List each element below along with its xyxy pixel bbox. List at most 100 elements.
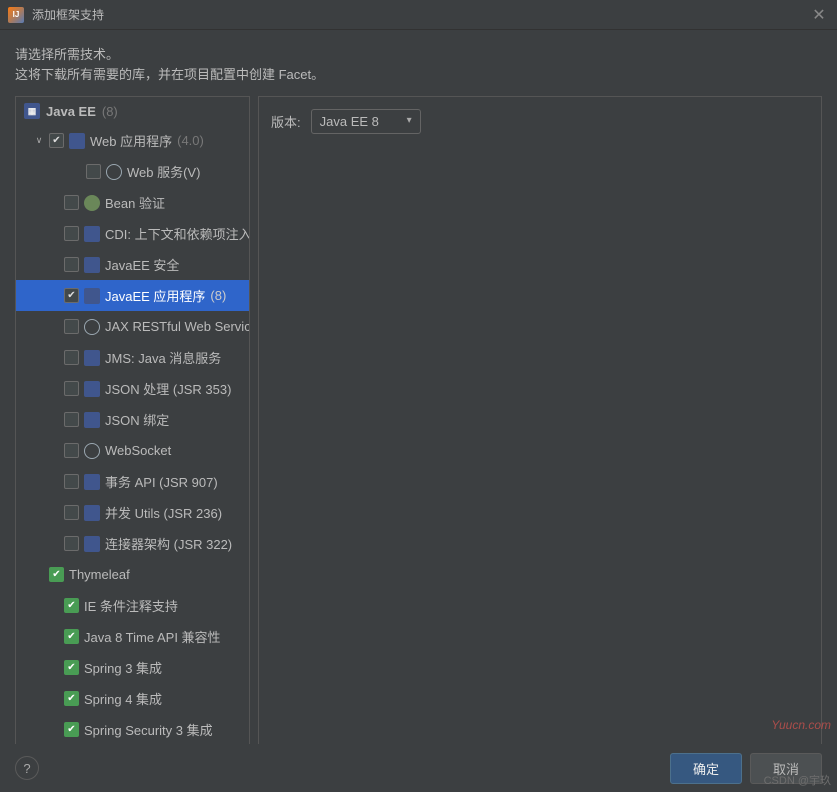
framework-tree[interactable]: ▦ Java EE (8) ∨ Web 应用程序 (4.0) Web 服务(V) Be… bbox=[15, 96, 250, 751]
jsonb-icon bbox=[84, 412, 100, 428]
version-row: 版本: Java EE 8 bbox=[271, 109, 809, 134]
label-thymeleaf: Thymeleaf bbox=[69, 567, 130, 582]
chevron-down-icon[interactable]: ∨ bbox=[34, 135, 44, 146]
checkbox-jms[interactable] bbox=[64, 350, 79, 365]
label-spring3: Spring 3 集成 bbox=[84, 658, 162, 677]
label-connector: 连接器架构 (JSR 322) bbox=[105, 534, 232, 553]
bean-icon bbox=[84, 195, 100, 211]
checkbox-springsec[interactable] bbox=[64, 722, 79, 737]
root-label: Java EE bbox=[46, 104, 96, 119]
javaee-app-icon bbox=[84, 288, 100, 304]
checkbox-spring3[interactable] bbox=[64, 660, 79, 675]
label-java8time: Java 8 Time API 兼容性 bbox=[84, 627, 221, 646]
jaxrs-icon bbox=[84, 319, 100, 335]
tree-root-javaee[interactable]: ▦ Java EE (8) bbox=[16, 97, 249, 125]
tree-item-ie-cond[interactable]: IE 条件注释支持 bbox=[16, 590, 249, 621]
connector-icon bbox=[84, 536, 100, 552]
tree-item-web-app[interactable]: ∨ Web 应用程序 (4.0) bbox=[16, 125, 249, 156]
checkbox-javaee-app[interactable] bbox=[64, 288, 79, 303]
jms-icon bbox=[84, 350, 100, 366]
tree-item-jsonb[interactable]: JSON 绑定 bbox=[16, 404, 249, 435]
checkbox-jaxrs[interactable] bbox=[64, 319, 79, 334]
tree-item-batch[interactable]: 事务 API (JSR 907) bbox=[16, 466, 249, 497]
websocket-icon bbox=[84, 443, 100, 459]
checkbox-connector[interactable] bbox=[64, 536, 79, 551]
checkbox-jsonp[interactable] bbox=[64, 381, 79, 396]
tree-item-concurrency[interactable]: 并发 Utils (JSR 236) bbox=[16, 497, 249, 528]
watermark1: Yuucn.com bbox=[771, 718, 831, 732]
label-jsonb: JSON 绑定 bbox=[105, 410, 169, 429]
tree-item-javaee-app[interactable]: JavaEE 应用程序 (8) bbox=[16, 280, 249, 311]
label-concurrency: 并发 Utils (JSR 236) bbox=[105, 503, 222, 522]
label-jms: JMS: Java 消息服务 bbox=[105, 348, 221, 367]
web-svc-icon bbox=[106, 164, 122, 180]
suffix-javaee-app: (8) bbox=[210, 288, 226, 303]
instruction-line2: 这将下载所有需要的库，并在项目配置中创建 Facet。 bbox=[15, 65, 822, 85]
app-icon bbox=[8, 7, 24, 23]
batch-icon bbox=[84, 474, 100, 490]
label-websocket: WebSocket bbox=[105, 443, 171, 458]
tree-body: ∨ Web 应用程序 (4.0) Web 服务(V) Bean 验证 CDI: 上下文和… bbox=[16, 125, 249, 745]
label-batch: 事务 API (JSR 907) bbox=[105, 472, 218, 491]
checkbox-concurrency[interactable] bbox=[64, 505, 79, 520]
tree-item-thymeleaf[interactable]: Thymeleaf bbox=[16, 559, 249, 590]
detail-panel: 版本: Java EE 8 bbox=[258, 96, 822, 751]
root-suffix: (8) bbox=[102, 104, 118, 119]
suffix-web-app: (4.0) bbox=[177, 133, 204, 148]
label-springsec: Spring Security 3 集成 bbox=[84, 720, 213, 739]
version-label: 版本: bbox=[271, 112, 301, 131]
label-cdi: CDI: 上下文和依赖项注入 bbox=[105, 224, 250, 243]
label-jsonp: JSON 处理 (JSR 353) bbox=[105, 379, 231, 398]
tree-item-websocket[interactable]: WebSocket bbox=[16, 435, 249, 466]
version-combo[interactable]: Java EE 8 bbox=[311, 109, 421, 134]
instructions: 请选择所需技术。 这将下载所有需要的库，并在项目配置中创建 Facet。 bbox=[0, 30, 837, 96]
tree-item-cdi[interactable]: CDI: 上下文和依赖项注入 bbox=[16, 218, 249, 249]
javaee-icon: ▦ bbox=[24, 103, 40, 119]
footer: ? 确定 取消 bbox=[0, 744, 837, 792]
close-icon[interactable]: ✕ bbox=[809, 5, 829, 25]
checkbox-web-app[interactable] bbox=[49, 133, 64, 148]
ok-button[interactable]: 确定 bbox=[670, 753, 742, 784]
checkbox-java8time[interactable] bbox=[64, 629, 79, 644]
label-ie-cond: IE 条件注释支持 bbox=[84, 596, 178, 615]
label-web-svc: Web 服务(V) bbox=[127, 162, 200, 181]
security-icon bbox=[84, 257, 100, 273]
tree-item-security[interactable]: JavaEE 安全 bbox=[16, 249, 249, 280]
cdi-icon bbox=[84, 226, 100, 242]
tree-item-jsonp[interactable]: JSON 处理 (JSR 353) bbox=[16, 373, 249, 404]
label-javaee-app: JavaEE 应用程序 bbox=[105, 286, 205, 305]
main-container: ▦ Java EE (8) ∨ Web 应用程序 (4.0) Web 服务(V) Be… bbox=[0, 96, 837, 751]
jsonp-icon bbox=[84, 381, 100, 397]
help-button[interactable]: ? bbox=[15, 756, 39, 780]
tree-item-spring4[interactable]: Spring 4 集成 bbox=[16, 683, 249, 714]
label-web-app: Web 应用程序 bbox=[90, 131, 172, 150]
label-jaxrs: JAX RESTful Web Services bbox=[105, 319, 250, 334]
checkbox-websocket[interactable] bbox=[64, 443, 79, 458]
tree-item-jms[interactable]: JMS: Java 消息服务 bbox=[16, 342, 249, 373]
tree-item-web-svc[interactable]: Web 服务(V) bbox=[16, 156, 249, 187]
checkbox-thymeleaf[interactable] bbox=[49, 567, 64, 582]
checkbox-spring4[interactable] bbox=[64, 691, 79, 706]
instruction-line1: 请选择所需技术。 bbox=[15, 45, 822, 65]
tree-item-jaxrs[interactable]: JAX RESTful Web Services bbox=[16, 311, 249, 342]
concurrency-icon bbox=[84, 505, 100, 521]
checkbox-web-svc[interactable] bbox=[86, 164, 101, 179]
watermark2: CSDN @宇玖 bbox=[764, 772, 831, 788]
version-value: Java EE 8 bbox=[320, 114, 379, 129]
checkbox-cdi[interactable] bbox=[64, 226, 79, 241]
label-bean: Bean 验证 bbox=[105, 193, 165, 212]
checkbox-batch[interactable] bbox=[64, 474, 79, 489]
tree-item-springsec[interactable]: Spring Security 3 集成 bbox=[16, 714, 249, 745]
checkbox-security[interactable] bbox=[64, 257, 79, 272]
checkbox-jsonb[interactable] bbox=[64, 412, 79, 427]
checkbox-bean[interactable] bbox=[64, 195, 79, 210]
checkbox-ie-cond[interactable] bbox=[64, 598, 79, 613]
web-app-icon bbox=[69, 133, 85, 149]
label-security: JavaEE 安全 bbox=[105, 255, 179, 274]
window-title: 添加框架支持 bbox=[32, 6, 104, 23]
tree-item-spring3[interactable]: Spring 3 集成 bbox=[16, 652, 249, 683]
label-spring4: Spring 4 集成 bbox=[84, 689, 162, 708]
tree-item-connector[interactable]: 连接器架构 (JSR 322) bbox=[16, 528, 249, 559]
tree-item-java8time[interactable]: Java 8 Time API 兼容性 bbox=[16, 621, 249, 652]
tree-item-bean[interactable]: Bean 验证 bbox=[16, 187, 249, 218]
